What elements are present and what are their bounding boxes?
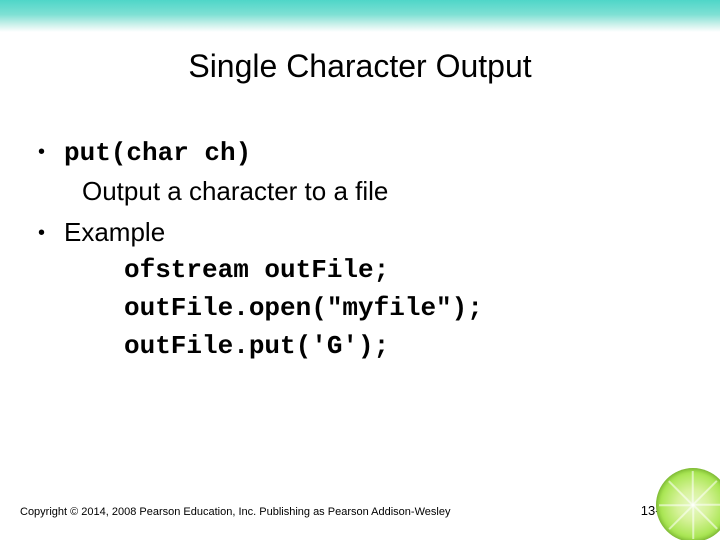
slide-title: Single Character Output: [0, 48, 720, 85]
bullet-dot-icon: •: [38, 223, 64, 243]
bullet-dot-icon: •: [38, 142, 64, 162]
code-line: outFile.put('G');: [124, 328, 690, 366]
code-line: ofstream outFile;: [124, 252, 690, 290]
lime-slice-icon: [656, 468, 720, 540]
content-area: • put(char ch) Output a character to a f…: [38, 135, 690, 365]
bullet-example: • Example: [38, 214, 690, 250]
put-description: Output a character to a file: [82, 173, 690, 209]
example-code-block: ofstream outFile; outFile.open("myfile")…: [124, 252, 690, 365]
put-signature-code: put(char ch): [64, 135, 690, 171]
copyright-footer: Copyright © 2014, 2008 Pearson Education…: [20, 506, 450, 518]
bullet-put-signature: • put(char ch): [38, 135, 690, 171]
example-label: Example: [64, 214, 690, 250]
decorative-top-gradient: [0, 0, 720, 32]
code-line: outFile.open("myfile");: [124, 290, 690, 328]
